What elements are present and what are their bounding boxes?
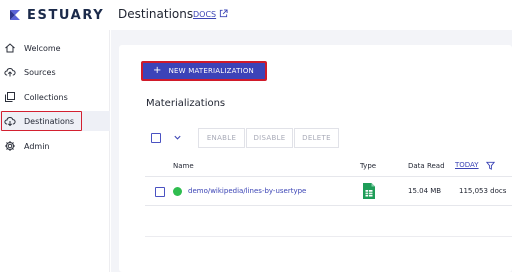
logo-text: ESTUARY bbox=[27, 7, 105, 23]
sidebar-item-label: Welcome bbox=[24, 43, 61, 53]
sidebar-item-welcome[interactable]: Welcome bbox=[0, 38, 110, 58]
new-materialization-button[interactable]: + NEW MATERIALIZATION bbox=[141, 61, 267, 81]
data-read-bytes: 15.04 MB bbox=[408, 187, 442, 195]
sidebar-item-sources[interactable]: Sources bbox=[0, 62, 110, 82]
sidebar-item-collections[interactable]: Collections bbox=[0, 87, 110, 107]
sidebar-item-label: Collections bbox=[24, 92, 68, 102]
filter-icon[interactable] bbox=[486, 161, 495, 170]
sidebar-item-admin[interactable]: Admin bbox=[0, 136, 110, 156]
status-indicator bbox=[173, 187, 182, 196]
collections-icon bbox=[5, 92, 15, 102]
sidebar-item-label: Admin bbox=[24, 141, 50, 151]
chevron-down-icon[interactable] bbox=[173, 133, 182, 142]
docs-link[interactable]: DOCS bbox=[193, 10, 216, 19]
data-read-docs: 115,053 docs bbox=[459, 187, 507, 195]
estuary-logo-icon bbox=[10, 10, 20, 20]
destinations-highlight bbox=[1, 111, 82, 131]
today-filter-link[interactable]: TODAY bbox=[455, 161, 479, 169]
disable-button[interactable]: DISABLE bbox=[246, 128, 293, 148]
home-icon bbox=[5, 43, 15, 53]
external-link-icon[interactable] bbox=[219, 9, 228, 18]
gear-icon bbox=[5, 141, 15, 151]
row-checkbox[interactable] bbox=[155, 187, 165, 197]
cloud-upload-icon bbox=[4, 68, 16, 77]
column-header-name[interactable]: Name bbox=[173, 162, 194, 170]
google-sheets-icon bbox=[363, 183, 375, 199]
select-all-checkbox[interactable] bbox=[151, 133, 161, 143]
estuary-logo[interactable]: ESTUARY bbox=[8, 6, 104, 24]
delete-button[interactable]: DELETE bbox=[294, 128, 339, 148]
plus-icon: + bbox=[153, 65, 162, 76]
sidebar-item-label: Sources bbox=[24, 67, 56, 77]
enable-button[interactable]: ENABLE bbox=[198, 128, 245, 148]
page-title: Destinations bbox=[118, 7, 194, 21]
table-footer-divider bbox=[145, 236, 512, 237]
materialization-name-link[interactable]: demo/wikipedia/lines-by-usertype bbox=[188, 187, 306, 195]
column-header-type[interactable]: Type bbox=[360, 162, 376, 170]
new-materialization-label: NEW MATERIALIZATION bbox=[168, 67, 254, 75]
column-header-data-read[interactable]: Data Read bbox=[408, 162, 445, 170]
section-title: Materializations bbox=[146, 98, 226, 109]
top-bar: ESTUARY Destinations DOCS bbox=[0, 0, 512, 30]
